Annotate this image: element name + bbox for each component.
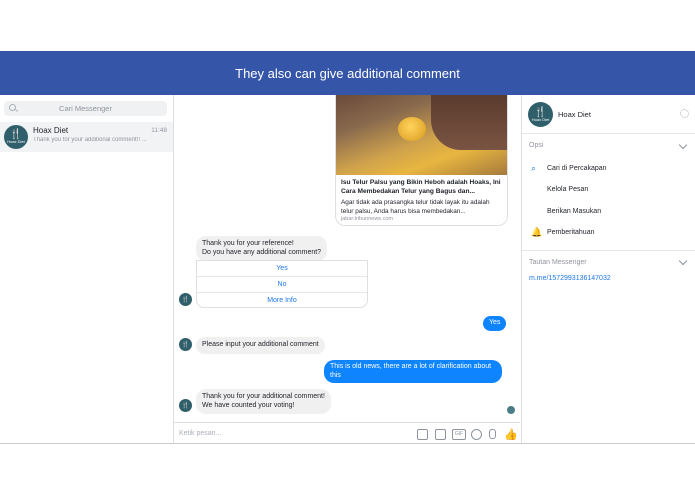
conversation-sidebar: Cari Messenger 🍴 Hoax Diet Hoax Diet 11:… xyxy=(0,95,174,443)
fork-knife-icon: 🍴 xyxy=(181,296,190,303)
message-line: Do you have any additional comment? xyxy=(202,248,322,256)
yolk-shape xyxy=(398,117,426,141)
option-search-conversation[interactable]: Cari di Percakapan xyxy=(547,165,607,172)
seen-indicator xyxy=(507,406,515,414)
link-preview-description: Agar tidak ada prasangka telur tidak lay… xyxy=(341,199,490,215)
hand-shape xyxy=(431,95,507,150)
conversation-time: 11:48 xyxy=(151,127,167,134)
quick-replies: Yes No More Info xyxy=(196,260,368,308)
search-icon xyxy=(9,104,16,111)
messenger-window: Cari Messenger 🍴 Hoax Diet Hoax Diet 11:… xyxy=(0,95,695,444)
message-bubble-incoming: Please input your additional comment xyxy=(196,337,325,354)
messenger-link[interactable]: m.me/1572993136147032 xyxy=(529,275,611,282)
option-manage-messages[interactable]: Kelola Pesan xyxy=(547,186,588,193)
avatar: 🍴 xyxy=(179,338,192,351)
message-line: Thank you for your reference! xyxy=(202,240,294,247)
link-preview-image xyxy=(336,95,507,175)
like-icon[interactable]: 👍 xyxy=(504,428,518,441)
avatar: 🍴 xyxy=(179,293,192,306)
quick-reply-yes[interactable]: Yes xyxy=(197,261,367,276)
camera-icon[interactable] xyxy=(417,429,428,440)
mic-icon[interactable] xyxy=(489,429,496,439)
fork-knife-icon: 🍴 xyxy=(534,106,547,118)
avatar: 🍴 Hoax Diet xyxy=(4,125,28,149)
link-preview-title: Isu Telur Palsu yang Bikin Heboh adalah … xyxy=(341,179,501,195)
banner-title: They also can give additional comment xyxy=(235,65,460,81)
search-icon: ⌕ xyxy=(531,163,537,173)
avatar-label: Hoax Diet xyxy=(7,139,25,144)
divider xyxy=(522,250,695,251)
quick-reply-more-info[interactable]: More Info xyxy=(197,292,367,308)
option-notifications[interactable]: Pemberitahuan xyxy=(547,229,594,236)
fork-knife-icon: 🍴 xyxy=(181,402,190,409)
chevron-down-icon[interactable] xyxy=(678,256,688,266)
emoji-icon[interactable] xyxy=(471,429,482,440)
search-input[interactable]: Cari Messenger xyxy=(4,101,167,116)
fork-knife-icon: 🍴 xyxy=(9,129,23,140)
message-bubble-incoming: Thank you for your additional comment! W… xyxy=(196,389,331,414)
message-bubble-outgoing: Yes xyxy=(483,316,507,331)
avatar: 🍴 xyxy=(179,399,192,412)
quick-reply-no[interactable]: No xyxy=(197,276,367,292)
message-line: Thank you for your additional comment! xyxy=(202,393,325,400)
conversation-name: Hoax Diet xyxy=(33,126,69,135)
link-preview-domain: jabar.tribunnews.com xyxy=(341,216,393,222)
message-bubble-outgoing: This is old news, there are a lot of cla… xyxy=(324,360,502,383)
gear-icon[interactable] xyxy=(680,109,689,118)
banner: They also can give additional comment xyxy=(0,51,695,95)
composer: Ketik pesan... GIF 👍 xyxy=(174,422,520,444)
message-line: We have counted your voting! xyxy=(202,401,295,409)
conversation-item[interactable]: 🍴 Hoax Diet Hoax Diet 11:48 Thank you fo… xyxy=(0,122,173,152)
fork-knife-icon: 🍴 xyxy=(181,341,190,348)
bell-icon: 🔔 xyxy=(531,227,543,237)
links-header[interactable]: Tautan Messenger xyxy=(529,259,587,266)
avatar-label: Hoax Diet xyxy=(531,116,550,122)
avatar: 🍴 Hoax Diet xyxy=(528,102,553,127)
message-input[interactable]: Ketik pesan... xyxy=(179,430,221,437)
info-panel: 🍴 Hoax Diet Hoax Diet Opsi ⌕ Cari di Per… xyxy=(521,95,695,443)
divider xyxy=(522,133,695,134)
options-header[interactable]: Opsi xyxy=(529,142,543,149)
chevron-down-icon[interactable] xyxy=(678,140,688,150)
option-give-feedback[interactable]: Berikan Masukan xyxy=(547,208,601,215)
sticker-icon[interactable] xyxy=(435,429,446,440)
chat-thread: Isu Telur Palsu yang Bikin Heboh adalah … xyxy=(174,95,520,443)
contact-name: Hoax Diet xyxy=(558,110,591,119)
conversation-snippet: Thank you for your additional comment!! … xyxy=(33,137,147,143)
message-bubble-incoming: Thank you for your reference! Do you hav… xyxy=(196,236,328,261)
link-preview-card[interactable]: Isu Telur Palsu yang Bikin Heboh adalah … xyxy=(335,95,508,226)
search-placeholder: Cari Messenger xyxy=(59,104,112,113)
gif-icon[interactable]: GIF xyxy=(452,429,466,440)
